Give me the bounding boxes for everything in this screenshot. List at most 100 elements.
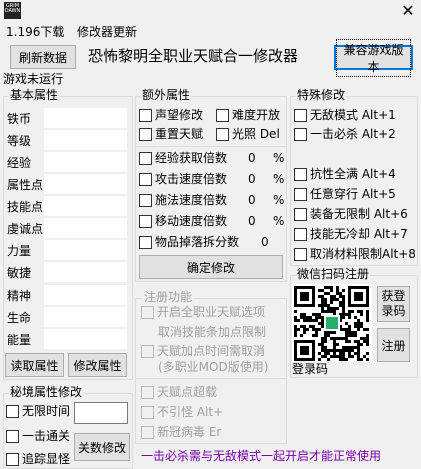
refresh-data-button[interactable]: 刷新数据	[10, 45, 76, 69]
max-resist-checkbox[interactable]	[294, 168, 307, 181]
cast-speed-checkbox[interactable]	[139, 194, 152, 207]
material-limit-label: 取消材料限制Alt+8	[310, 247, 416, 261]
register-features-title: 注册功能	[143, 290, 194, 304]
menu-update[interactable]: 修改器更新	[77, 23, 137, 41]
get-login-code-line2: 录码	[381, 304, 406, 318]
reset-talent-label: 重置天赋	[155, 127, 204, 141]
modify-attributes-button[interactable]: 修改属性	[68, 353, 127, 377]
no-aggro-label: 不引怪 Alt+	[157, 405, 224, 419]
attack-speed-label: 攻击速度倍数	[155, 172, 228, 186]
get-login-code-button[interactable]: 获登 录码	[377, 286, 410, 322]
one-hit-kill-label: 一击必杀 Alt+2	[310, 127, 396, 141]
attack-speed-value[interactable]: 0	[248, 172, 256, 186]
field-label-health: 生命	[7, 311, 32, 325]
compat-version-button[interactable]: 兼容游戏版本	[334, 38, 413, 77]
item-drop-label: 物品掉落拆分数	[155, 235, 240, 249]
talent-overload-checkbox[interactable]	[141, 386, 154, 399]
field-label-spirit: 精神	[7, 289, 32, 303]
spirit-input[interactable]	[44, 285, 127, 305]
item-drop-value[interactable]: 0	[261, 235, 269, 249]
attack-speed-unit: %	[273, 172, 285, 186]
invincible-checkbox[interactable]	[294, 109, 307, 122]
exp-rate-label: 经验获取倍数	[155, 151, 228, 165]
level-input[interactable]	[44, 130, 127, 150]
attr-points-input[interactable]	[44, 174, 127, 194]
all-class-talent-checkbox[interactable]	[141, 306, 154, 319]
register-button[interactable]: 注册	[377, 328, 410, 362]
virus-label: 新冠病毒 Er	[157, 425, 222, 439]
get-login-code-line1: 获登	[381, 289, 406, 303]
agility-input[interactable]	[44, 262, 127, 282]
one-hit-kill-checkbox[interactable]	[294, 128, 307, 141]
login-code-label: 登录码	[292, 362, 329, 376]
devotion-input[interactable]	[44, 218, 127, 238]
confirm-modify-button[interactable]: 确定修改	[139, 255, 283, 279]
difficulty-checkbox[interactable]	[216, 109, 229, 122]
skill-bar-limit-label: 取消技能条加点限制	[158, 325, 267, 339]
no-cooldown-checkbox[interactable]	[294, 228, 307, 241]
level-number-input[interactable]	[74, 402, 128, 424]
energy-input[interactable]	[44, 329, 127, 349]
lighting-label: 光照 Del	[232, 127, 280, 141]
track-monsters-checkbox[interactable]	[6, 453, 19, 466]
attack-speed-checkbox[interactable]	[139, 173, 152, 186]
equip-unlimited-label: 装备无限制 Alt+6	[310, 207, 408, 221]
field-label-energy: 能量	[7, 333, 32, 347]
reset-talent-checkbox[interactable]	[139, 128, 152, 141]
lighting-checkbox[interactable]	[216, 128, 229, 141]
one-hit-clear-label: 一击通关	[22, 429, 71, 443]
cast-speed-value[interactable]: 0	[248, 193, 256, 207]
exp-rate-checkbox[interactable]	[139, 152, 152, 165]
footer-tip: 一击必杀需与无敌模式一起开启才能正常使用	[141, 449, 382, 463]
no-aggro-checkbox[interactable]	[141, 406, 154, 419]
invincible-label: 无敌模式 Alt+1	[310, 108, 396, 122]
coins-input[interactable]	[44, 108, 127, 128]
exp-input[interactable]	[44, 152, 127, 172]
extra-attributes-title: 额外属性	[141, 88, 192, 102]
exp-rate-value[interactable]: 0	[248, 151, 256, 165]
max-resist-label: 抗性全满 Alt+4	[310, 167, 396, 181]
equip-unlimited-checkbox[interactable]	[294, 208, 307, 221]
move-speed-value[interactable]: 0	[248, 214, 256, 228]
field-label-strength: 力量	[7, 244, 32, 258]
reputation-checkbox[interactable]	[139, 109, 152, 122]
move-speed-checkbox[interactable]	[139, 215, 152, 228]
no-cooldown-label: 技能无冷却 Alt+7	[310, 227, 408, 241]
health-input[interactable]	[44, 307, 127, 327]
field-label-level: 等级	[7, 134, 32, 148]
reputation-label: 声望修改	[155, 108, 204, 122]
cast-speed-label: 施法速度倍数	[155, 193, 228, 207]
close-icon[interactable]: ✕	[396, 0, 420, 22]
noclip-label: 任意穿行 Alt+5	[310, 187, 396, 201]
material-limit-checkbox[interactable]	[294, 248, 307, 261]
skill-points-input[interactable]	[44, 196, 127, 216]
field-label-coins: 铁币	[7, 112, 32, 126]
talent-time-checkbox[interactable]	[141, 345, 154, 358]
difficulty-label: 难度开放	[232, 108, 281, 122]
item-drop-checkbox[interactable]	[139, 236, 152, 249]
infinite-time-label: 无限时间	[22, 404, 71, 418]
basic-attributes-title: 基本属性	[9, 88, 60, 102]
talent-time-label: 天赋加点时间需取消	[157, 344, 266, 358]
strength-input[interactable]	[44, 240, 127, 260]
wechat-register-title: 微信扫码注册	[296, 267, 371, 281]
noclip-checkbox[interactable]	[294, 188, 307, 201]
register-divider	[136, 378, 286, 379]
read-attributes-button[interactable]: 读取属性	[5, 353, 64, 377]
app-title: 恐怖黎明全职业天赋合一修改器	[88, 47, 299, 65]
app-icon: GRIM DAWN	[4, 2, 21, 19]
move-speed-label: 移动速度倍数	[155, 214, 228, 228]
menu-download[interactable]: 1.196下载	[6, 23, 64, 41]
track-monsters-label: 追踪显怪	[22, 452, 71, 466]
infinite-time-checkbox[interactable]	[6, 405, 19, 418]
talent-overload-label: 天赋点超载	[157, 385, 218, 399]
field-label-skill-points: 技能点	[7, 200, 44, 214]
field-label-devotion: 虔诚点	[7, 222, 44, 236]
move-speed-unit: %	[273, 214, 285, 228]
exp-rate-unit: %	[273, 151, 285, 165]
level-modify-button[interactable]: 关数修改	[74, 433, 130, 461]
one-hit-clear-checkbox[interactable]	[6, 430, 19, 443]
field-label-exp: 经验	[7, 156, 32, 170]
virus-checkbox[interactable]	[141, 426, 154, 439]
all-class-talent-label: 开启全职业天赋选项	[157, 305, 266, 319]
